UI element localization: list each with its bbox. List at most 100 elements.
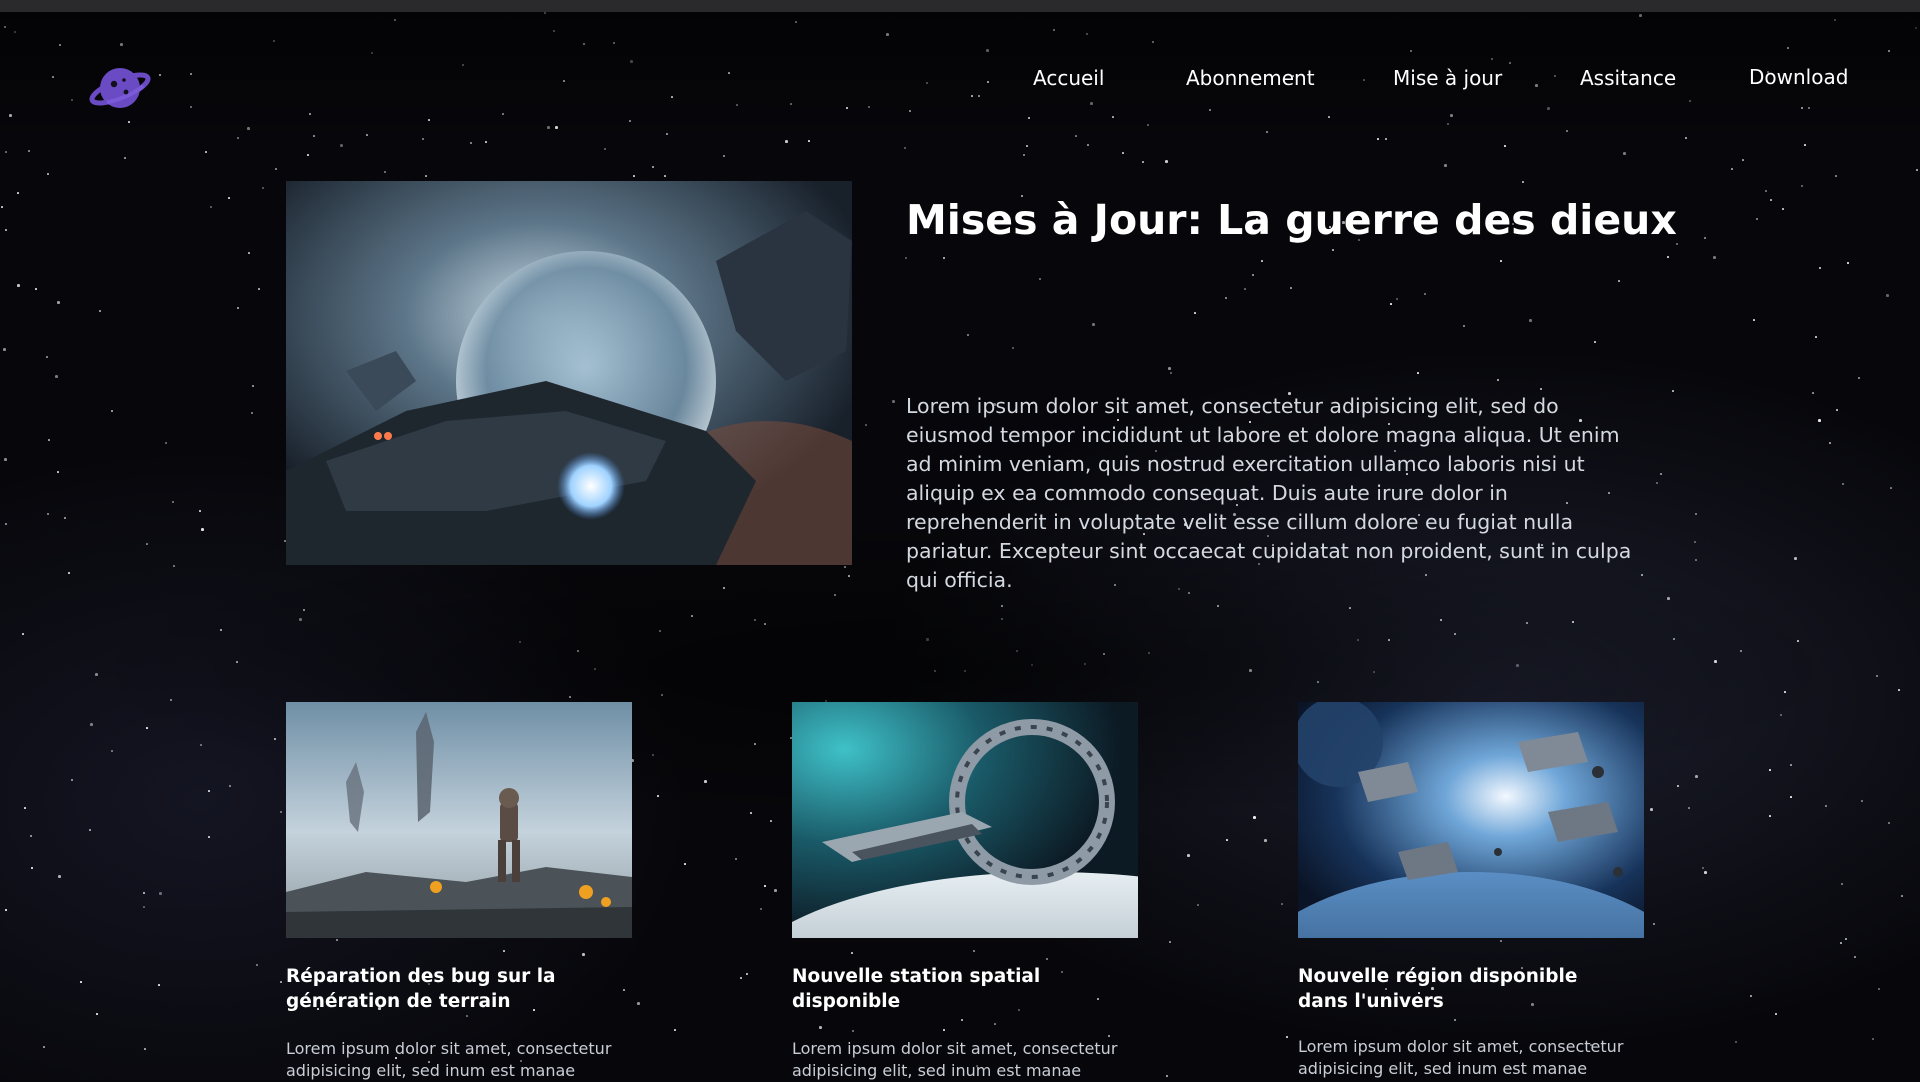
star-dot bbox=[1087, 144, 1089, 146]
star-dot bbox=[96, 1013, 98, 1015]
star-dot bbox=[684, 863, 686, 865]
star-dot bbox=[159, 892, 162, 895]
card-image-new-region bbox=[1298, 702, 1644, 938]
nav-link-assistance[interactable]: Assitance bbox=[1580, 66, 1676, 90]
star-dot bbox=[1122, 152, 1124, 154]
nav-link-download[interactable]: Download bbox=[1749, 65, 1848, 89]
star-dot bbox=[1197, 904, 1199, 906]
star-dot bbox=[158, 984, 160, 986]
star-dot bbox=[1264, 839, 1267, 842]
star-dot bbox=[735, 858, 737, 860]
star-dot bbox=[1901, 895, 1903, 897]
star-dot bbox=[1742, 159, 1744, 161]
star-dot bbox=[48, 439, 50, 441]
star-dot bbox=[55, 375, 58, 378]
star-dot bbox=[1775, 1013, 1777, 1015]
star-dot bbox=[256, 964, 258, 966]
news-card-1[interactable]: Réparation des bug sur la génération de … bbox=[286, 702, 632, 1082]
card-text: Lorem ipsum dolor sit amet, consectetur … bbox=[1298, 1037, 1624, 1078]
star-dot bbox=[1660, 473, 1662, 475]
star-dot bbox=[1039, 278, 1041, 280]
star-dot bbox=[1845, 938, 1847, 940]
star-dot bbox=[1, 206, 3, 208]
star-dot bbox=[1829, 442, 1831, 444]
star-dot bbox=[1092, 323, 1095, 326]
star-dot bbox=[604, 148, 606, 150]
star-dot bbox=[5, 229, 7, 231]
star-dot bbox=[905, 257, 907, 259]
star-dot bbox=[943, 257, 945, 259]
star-dot bbox=[1170, 372, 1172, 374]
star-dot bbox=[967, 334, 969, 336]
card-text: Lorem ipsum dolor sit amet, consectetur … bbox=[286, 1039, 612, 1080]
news-card-2[interactable]: Nouvelle station spatial disponible Lore… bbox=[792, 702, 1138, 1082]
star-dot bbox=[1841, 883, 1843, 885]
star-dot bbox=[1818, 419, 1821, 422]
star-dot bbox=[64, 517, 66, 519]
card-image-space-station bbox=[792, 702, 1138, 938]
star-dot bbox=[760, 908, 762, 910]
star-dot bbox=[1166, 1075, 1168, 1077]
star-dot bbox=[1168, 367, 1171, 370]
star-dot bbox=[1819, 267, 1821, 269]
star-dot bbox=[43, 1046, 45, 1048]
star-dot bbox=[723, 155, 725, 157]
star-dot bbox=[1623, 152, 1626, 155]
star-dot bbox=[1888, 822, 1890, 824]
star-dot bbox=[770, 820, 772, 822]
star-dot bbox=[1618, 280, 1620, 282]
star-dot bbox=[1497, 379, 1499, 381]
star-dot bbox=[1815, 336, 1817, 338]
nav-link-mise-a-jour[interactable]: Mise à jour bbox=[1393, 66, 1502, 90]
star-dot bbox=[1836, 409, 1838, 411]
star-dot bbox=[1840, 942, 1842, 944]
star-dot bbox=[1731, 168, 1733, 170]
star-dot bbox=[1226, 839, 1228, 841]
nav-link-accueil[interactable]: Accueil bbox=[1033, 66, 1104, 90]
hero-title: Mises à Jour: La guerre des dieux bbox=[906, 196, 1677, 244]
star-dot bbox=[228, 197, 230, 199]
hero-space-battle-image bbox=[286, 181, 852, 565]
star-dot bbox=[199, 510, 201, 512]
hero-description: Lorem ipsum dolor sit amet, consectetur … bbox=[906, 394, 1632, 592]
star-dot bbox=[1286, 1036, 1288, 1038]
star-dot bbox=[1261, 260, 1263, 262]
card-title: Réparation des bug sur la génération de … bbox=[286, 966, 556, 1012]
star-dot bbox=[31, 867, 33, 869]
news-card-3[interactable]: Nouvelle région disponible dans l'univer… bbox=[1298, 702, 1644, 1080]
star-dot bbox=[1290, 287, 1292, 289]
star-dot bbox=[1656, 482, 1658, 484]
star-dot bbox=[248, 252, 250, 254]
star-dot bbox=[774, 889, 777, 892]
star-dot bbox=[237, 307, 239, 309]
card-text: Lorem ipsum dolor sit amet, consectetur … bbox=[792, 1039, 1118, 1080]
star-dot bbox=[144, 1048, 146, 1050]
star-dot bbox=[1713, 256, 1716, 259]
nav-link-abonnement[interactable]: Abonnement bbox=[1186, 66, 1315, 90]
star-dot bbox=[57, 301, 60, 304]
star-dot bbox=[1332, 249, 1334, 251]
star-dot bbox=[30, 835, 32, 837]
star-dot bbox=[47, 173, 49, 175]
star-dot bbox=[252, 385, 254, 387]
star-dot bbox=[4, 458, 7, 461]
star-dot bbox=[143, 892, 145, 894]
star-dot bbox=[637, 1002, 640, 1005]
star-dot bbox=[470, 142, 472, 144]
star-dot bbox=[1835, 175, 1837, 177]
star-dot bbox=[633, 175, 635, 177]
star-dot bbox=[746, 973, 748, 975]
star-dot bbox=[28, 150, 30, 152]
star-dot bbox=[258, 288, 260, 290]
star-dot bbox=[1854, 956, 1856, 958]
star-dot bbox=[1753, 319, 1755, 321]
star-dot bbox=[740, 977, 742, 979]
star-dot bbox=[1812, 392, 1814, 394]
star-dot bbox=[652, 166, 654, 168]
star-dot bbox=[1704, 237, 1706, 239]
star-dot bbox=[1165, 160, 1168, 163]
star-dot bbox=[340, 144, 343, 147]
star-dot bbox=[307, 154, 309, 156]
star-dot bbox=[1886, 294, 1889, 297]
star-dot bbox=[1012, 347, 1014, 349]
